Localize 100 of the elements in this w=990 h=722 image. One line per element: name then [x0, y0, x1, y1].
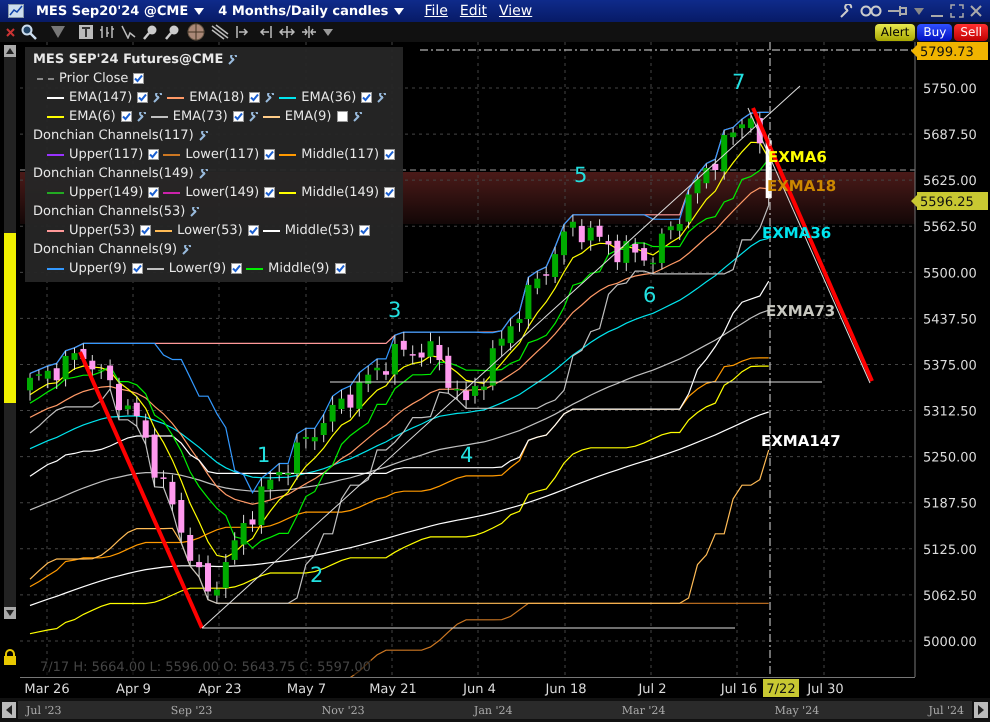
text-icon[interactable]: [79, 25, 93, 39]
indicator-label: Lower(53): [177, 223, 243, 238]
timeline-label: Jul '23: [26, 704, 62, 716]
date-axis-label: Jul 30: [807, 682, 844, 697]
indicator-label: EMA(147): [69, 90, 132, 105]
scroll-up-icon[interactable]: [4, 45, 16, 57]
shift-right-icon[interactable]: [235, 26, 251, 38]
checkbox[interactable]: [249, 92, 260, 103]
checkbox[interactable]: [336, 111, 348, 122]
price-axis-label: 5500.00: [923, 266, 977, 282]
price-axis-label: 5625.00: [923, 174, 977, 190]
price-axis-label: 5312.50: [923, 404, 977, 420]
checkbox[interactable]: [384, 187, 396, 198]
crosshair-icon[interactable]: [187, 23, 205, 41]
checkbox[interactable]: [148, 187, 160, 198]
checkbox[interactable]: [384, 149, 396, 160]
checkbox[interactable]: [334, 263, 346, 274]
checkbox[interactable]: [264, 149, 276, 160]
price-axis-label: 5750.00: [923, 82, 977, 97]
indicator-group-label: Donchian Channels(53): [33, 204, 186, 219]
symbol-selector[interactable]: MES Sep20'24 @CME: [36, 4, 188, 18]
bars-icon[interactable]: [99, 25, 115, 39]
wrench-icon[interactable]: [248, 112, 259, 122]
wrench-icon[interactable]: [228, 54, 238, 64]
wrench-icon[interactable]: [190, 206, 200, 216]
checkbox[interactable]: [148, 149, 160, 160]
price-axis-label: 5125.00: [923, 542, 977, 558]
compress-icon[interactable]: [301, 26, 317, 38]
checkbox[interactable]: [140, 225, 152, 236]
checkbox[interactable]: [232, 111, 244, 122]
caret-icon[interactable]: [194, 8, 204, 14]
chart-icon: [8, 4, 24, 18]
menu-item[interactable]: View: [499, 3, 532, 19]
date-axis-label: Jun 4: [463, 682, 496, 697]
zoom-out-icon[interactable]: [165, 24, 181, 40]
indicator-label: Upper(149): [69, 185, 144, 200]
wave-label: 7: [732, 70, 746, 94]
wrench-icon[interactable]: [840, 4, 854, 18]
wave-label: 4: [460, 443, 474, 467]
timeline-label: Mar '24: [622, 704, 666, 716]
price-badge: 5799.73: [911, 42, 988, 60]
price-badge: 5596.25: [911, 192, 988, 210]
checkbox[interactable]: [120, 111, 132, 122]
checkbox[interactable]: [361, 92, 372, 103]
search-icon[interactable]: [21, 24, 37, 40]
indicator-label: EMA(6): [69, 109, 116, 124]
legend-title: MES SEP'24 Futures@CME: [33, 52, 224, 67]
scroll-down-icon[interactable]: [4, 607, 16, 619]
checkbox[interactable]: [133, 73, 144, 84]
scroll-right-icon[interactable]: [974, 702, 988, 718]
timeline-label: Sep '23: [170, 704, 212, 716]
indicator-group-label: Donchian Channels(117): [33, 128, 194, 143]
indicator-label: EMA(36): [301, 90, 356, 105]
indicator-group-label: Donchian Channels(149): [33, 166, 194, 181]
checkbox[interactable]: [248, 225, 259, 236]
maximize-icon[interactable]: [950, 4, 964, 18]
zoom-in-icon[interactable]: [143, 24, 159, 40]
close-icon[interactable]: [6, 28, 15, 36]
wave-label: 6: [643, 283, 656, 307]
expand-icon[interactable]: [279, 26, 295, 38]
checkbox[interactable]: [137, 92, 148, 103]
buy-button[interactable]: Buy: [917, 24, 952, 40]
timeline-label: May '24: [774, 704, 820, 716]
close-icon[interactable]: [970, 5, 982, 17]
menu-item[interactable]: Edit: [460, 3, 487, 19]
lines-icon[interactable]: [211, 24, 229, 40]
wrench-icon[interactable]: [265, 92, 276, 102]
scroll-left-icon[interactable]: [2, 702, 16, 718]
cursor-icon[interactable]: [121, 25, 137, 39]
checkbox[interactable]: [359, 225, 370, 236]
shift-left-icon[interactable]: [257, 26, 273, 38]
caret-icon[interactable]: [323, 28, 333, 36]
period-selector[interactable]: 4 Months/Daily candles: [218, 4, 388, 18]
wrench-icon[interactable]: [182, 244, 192, 254]
scroll-thumb[interactable]: [4, 233, 16, 403]
time-scrollbar[interactable]: Jul '23 Sep '23 Nov '23 Jan '24 Mar '24 May '24 Jul '24: [18, 701, 972, 719]
date-axis-label: Jul 16: [720, 682, 758, 697]
triangle-icon[interactable]: [51, 26, 65, 38]
menu-item[interactable]: File: [424, 3, 448, 19]
wrench-icon[interactable]: [153, 92, 164, 102]
checkbox[interactable]: [231, 263, 242, 274]
date-axis-label: Apr 9: [116, 682, 151, 697]
wave-label: 5: [574, 163, 588, 187]
caret-icon[interactable]: [394, 8, 404, 14]
lock-icon[interactable]: [3, 649, 17, 665]
wrench-icon[interactable]: [352, 112, 363, 122]
checkbox[interactable]: [132, 263, 143, 274]
wrench-icon[interactable]: [136, 112, 147, 122]
ema-label: EXMA73: [766, 302, 836, 320]
alert-button[interactable]: Alert: [874, 24, 916, 40]
link-icon[interactable]: [860, 5, 882, 17]
sell-button[interactable]: Sell: [954, 24, 988, 40]
indicator-label: EMA(73): [172, 109, 228, 124]
wrench-icon[interactable]: [377, 92, 388, 102]
pin-icon[interactable]: [888, 5, 908, 17]
checkbox[interactable]: [264, 187, 276, 198]
date-axis-label: Jul 2: [638, 682, 667, 697]
indicator-label: EMA(9): [284, 109, 332, 124]
wrench-icon[interactable]: [198, 130, 209, 140]
wrench-icon[interactable]: [198, 168, 209, 178]
